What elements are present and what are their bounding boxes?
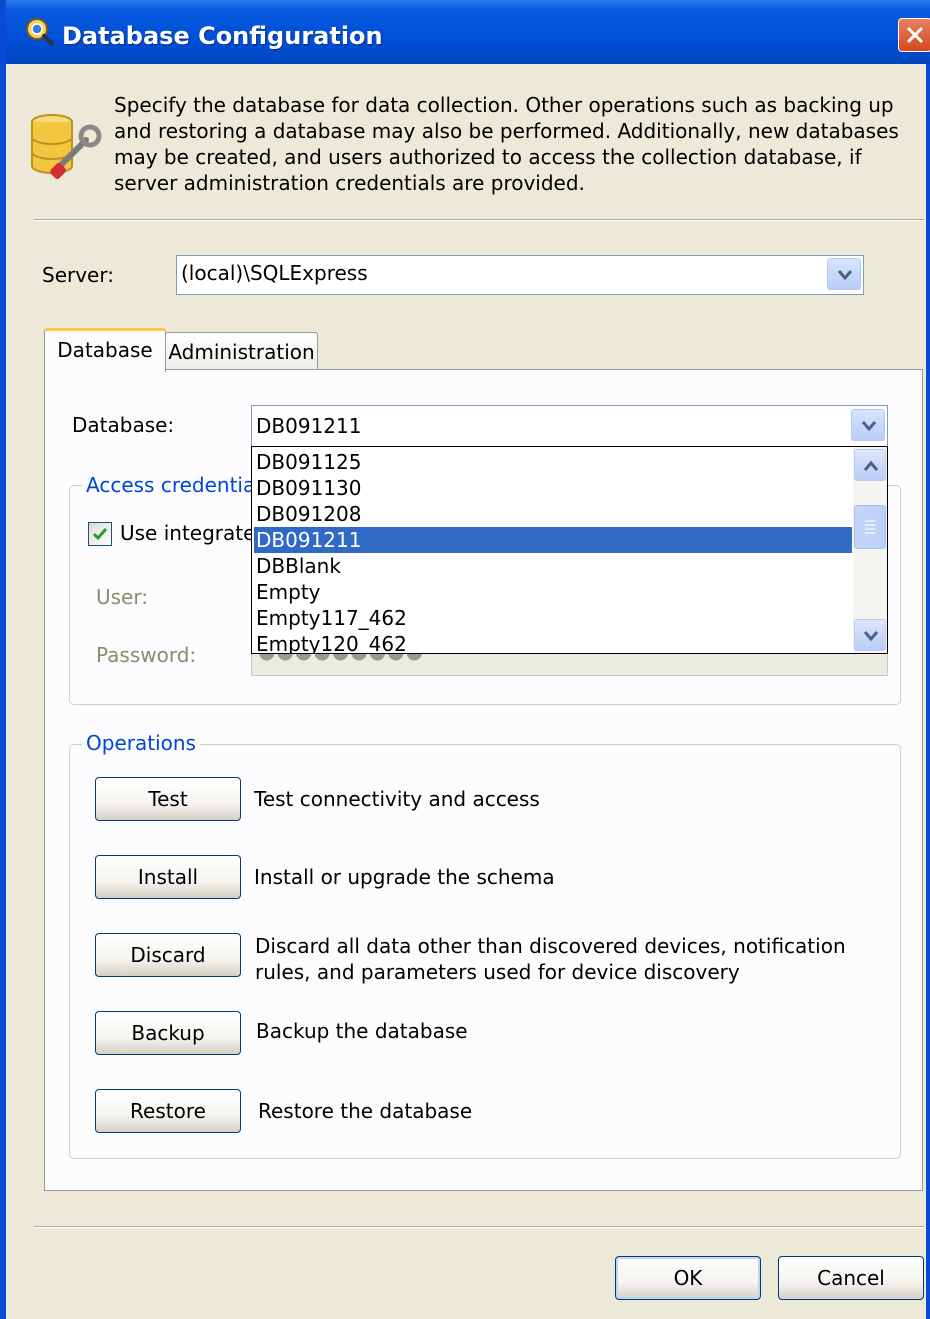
server-label: Server: <box>42 263 114 287</box>
chevron-down-icon <box>837 270 853 281</box>
list-item[interactable]: DB091208 <box>254 501 852 527</box>
ok-button[interactable]: OK <box>615 1256 761 1300</box>
install-description: Install or upgrade the schema <box>254 865 555 889</box>
test-description: Test connectivity and access <box>254 787 540 811</box>
server-dropdown-button[interactable] <box>827 258 861 290</box>
list-item[interactable]: DB091125 <box>254 449 852 475</box>
tab-administration[interactable]: Administration <box>165 332 318 372</box>
discard-description: Discard all data other than discovered d… <box>255 934 846 984</box>
header-separator <box>34 219 924 221</box>
scroll-thumb[interactable] <box>854 505 886 549</box>
server-combobox[interactable]: (local)\SQLExpress <box>176 255 864 295</box>
operations-label: Operations <box>82 731 200 755</box>
backup-button[interactable]: Backup <box>95 1011 241 1055</box>
list-item-selected[interactable]: DB091211 <box>254 527 852 553</box>
list-item[interactable]: Empty <box>254 579 852 605</box>
database-combobox[interactable]: DB091211 <box>251 405 888 447</box>
dropdown-scrollbar[interactable] <box>853 447 887 653</box>
restore-button[interactable]: Restore <box>95 1089 241 1133</box>
window-title: Database Configuration <box>62 22 383 50</box>
list-item[interactable]: DBBlank <box>254 553 852 579</box>
tab-database[interactable]: Database <box>44 328 166 372</box>
scroll-up-button[interactable] <box>854 449 886 481</box>
list-item[interactable]: Empty120_462 <box>254 631 852 653</box>
discard-button[interactable]: Discard <box>95 933 241 977</box>
database-tools-icon <box>31 114 102 179</box>
database-dropdown-button[interactable] <box>851 409 885 441</box>
database-search-icon <box>26 18 54 46</box>
database-value: DB091211 <box>256 414 362 438</box>
description-text: Specify the database for data collection… <box>114 93 899 195</box>
use-integrated-label: Use integrate <box>120 521 256 545</box>
dialog-window: Database Configuration Specify the datab… <box>0 0 930 1319</box>
close-button[interactable] <box>898 18 930 52</box>
chevron-down-icon <box>863 631 879 642</box>
user-label: User: <box>96 585 148 609</box>
backup-description: Backup the database <box>256 1019 468 1043</box>
server-value: (local)\SQLExpress <box>181 261 368 285</box>
restore-description: Restore the database <box>258 1099 473 1123</box>
title-bar[interactable]: Database Configuration <box>6 0 930 64</box>
install-button[interactable]: Install <box>95 855 241 899</box>
footer-separator <box>34 1226 924 1228</box>
test-button[interactable]: Test <box>95 777 241 821</box>
tab-administration-label: Administration <box>168 340 315 364</box>
chevron-down-icon <box>861 421 877 432</box>
list-item[interactable]: Empty117_462 <box>254 605 852 631</box>
scroll-down-button[interactable] <box>854 619 886 651</box>
database-dropdown-list[interactable]: DB091125 DB091130 DB091208 DB091211 DBBl… <box>251 446 888 654</box>
close-icon <box>906 26 924 44</box>
grip-icon <box>865 520 875 534</box>
use-integrated-checkbox[interactable] <box>88 522 112 546</box>
access-credentials-label: Access credentia <box>82 473 260 497</box>
checkmark-icon <box>92 528 108 541</box>
password-label: Password: <box>96 643 197 667</box>
database-label: Database: <box>72 413 175 437</box>
tab-database-label: Database <box>57 338 153 362</box>
list-item[interactable]: DB091130 <box>254 475 852 501</box>
chevron-up-icon <box>863 460 879 471</box>
cancel-button[interactable]: Cancel <box>778 1256 924 1300</box>
